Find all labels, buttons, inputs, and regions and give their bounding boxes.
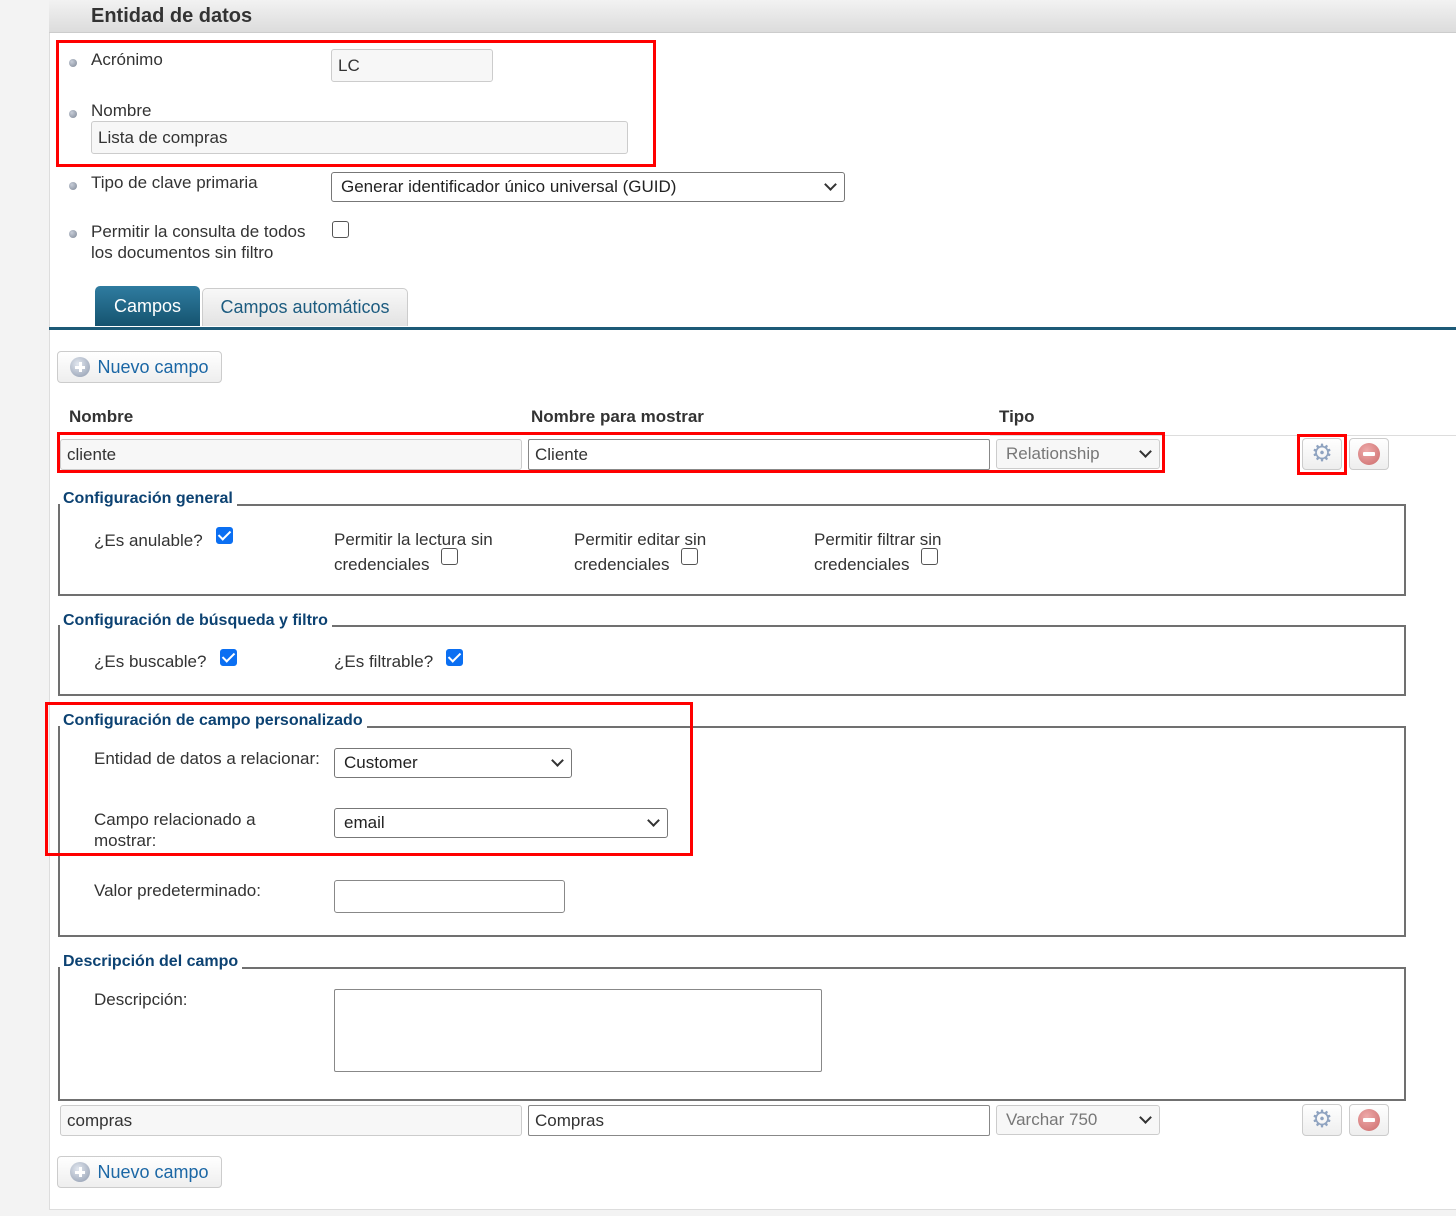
searchable-checkbox[interactable] xyxy=(220,649,237,666)
description-legend: Descripción del campo xyxy=(60,953,243,971)
allow-query-label: Permitir la consulta de todos los documen… xyxy=(91,221,306,263)
gear-icon: ⚙ xyxy=(1311,1106,1333,1133)
field-type-select[interactable]: Varchar 750 xyxy=(996,1105,1160,1135)
pk-label: Tipo de clave primaria xyxy=(91,173,258,192)
default-value-label: Valor predeterminado: xyxy=(94,881,261,900)
field-name-input[interactable]: compras xyxy=(60,1105,522,1136)
pk-value: Generar identificador único universal (G… xyxy=(341,177,677,196)
filterable-checkbox[interactable] xyxy=(446,649,463,666)
new-field-button-bottom[interactable]: Nuevo campo xyxy=(57,1156,222,1188)
field-settings-button[interactable]: ⚙ xyxy=(1302,1104,1342,1136)
remove-icon xyxy=(1358,1109,1380,1131)
highlight-box xyxy=(57,432,1165,473)
config-general-legend: Configuración general xyxy=(60,490,237,508)
filterable-label: ¿Es filtrable? xyxy=(334,652,434,671)
edit-checkbox[interactable] xyxy=(681,548,698,565)
filter-checkbox[interactable] xyxy=(921,548,938,565)
panel-header: Entidad de datos xyxy=(49,0,1456,33)
label-line: los documentos sin filtro xyxy=(91,243,274,262)
config-search-legend: Configuración de búsqueda y filtro xyxy=(60,612,332,630)
highlight-box xyxy=(45,702,693,856)
description-label: Descripción: xyxy=(94,990,188,1009)
plus-icon xyxy=(70,357,91,377)
column-header-display: Nombre para mostrar xyxy=(531,407,704,426)
field-delete-button[interactable] xyxy=(1349,1104,1389,1136)
column-header-name: Nombre xyxy=(69,407,134,426)
field-display-input[interactable]: Compras xyxy=(528,1105,990,1136)
pk-select[interactable]: Generar identificador único universal (G… xyxy=(331,172,845,202)
nullable-label: ¿Es anulable? xyxy=(94,531,203,550)
allow-query-checkbox[interactable] xyxy=(332,221,349,238)
plus-icon xyxy=(70,1162,91,1182)
type-value: Varchar 750 xyxy=(1006,1110,1098,1129)
label-line: Permitir la consulta de todos xyxy=(91,222,306,241)
label-line: Permitir la lectura sin xyxy=(334,530,493,549)
config-general-fieldset xyxy=(58,504,1406,596)
description-textarea[interactable] xyxy=(334,989,822,1072)
nullable-checkbox[interactable] xyxy=(216,527,233,544)
config-search-fieldset xyxy=(58,625,1406,696)
label-line: credenciales xyxy=(334,555,430,574)
new-field-button[interactable]: Nuevo campo xyxy=(57,351,222,383)
tab-campos[interactable]: Campos xyxy=(95,286,200,326)
remove-icon xyxy=(1358,443,1380,465)
page-title: Entidad de datos xyxy=(91,5,253,27)
new-field-label: Nuevo campo xyxy=(97,1161,209,1182)
bullet-icon xyxy=(69,230,77,238)
searchable-label: ¿Es buscable? xyxy=(94,652,207,671)
tab-campos-automaticos[interactable]: Campos automáticos xyxy=(202,288,408,326)
chevron-down-icon xyxy=(824,178,837,191)
bullet-icon xyxy=(69,182,77,190)
column-header-type: Tipo xyxy=(999,407,1035,426)
tab-divider xyxy=(49,327,1456,330)
chevron-down-icon xyxy=(1139,1111,1152,1124)
read-checkbox[interactable] xyxy=(441,548,458,565)
read-without-credentials: Permitir la lectura sin credenciales xyxy=(334,527,493,577)
default-value-input[interactable] xyxy=(334,880,565,913)
highlight-box xyxy=(1297,434,1347,475)
field-delete-button[interactable] xyxy=(1349,438,1389,470)
new-field-label: Nuevo campo xyxy=(97,356,209,377)
highlight-box xyxy=(56,40,656,167)
